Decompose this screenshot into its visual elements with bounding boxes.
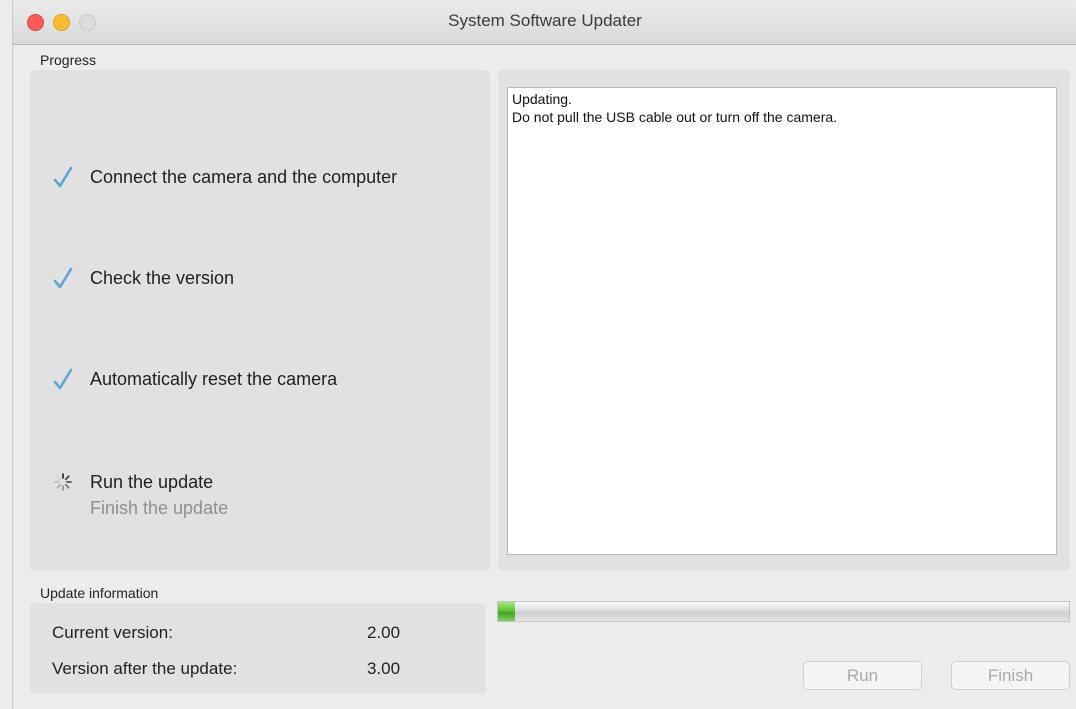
progress-steps-panel: Connect the camera and the computer Chec… [30,70,490,571]
update-info-panel: Current version: 2.00 Version after the … [30,603,486,694]
update-info-section-label: Update information [40,585,159,601]
current-version-value: 2.00 [367,623,401,642]
window-title: System Software Updater [448,11,642,30]
update-progress-bar [497,601,1070,622]
current-version-label: Current version: [52,623,173,642]
spinner-icon [52,469,74,495]
status-log-textarea[interactable]: Updating. Do not pull the USB cable out … [507,87,1057,555]
step-label: Finish the update [90,498,229,518]
step-label: Check the version [90,267,235,288]
title-bar: System Software Updater [13,0,1076,45]
checkmark-icon [52,265,74,291]
after-version-label: Version after the update: [52,659,238,678]
step-label: Connect the camera and the computer [90,166,398,187]
progress-bar-fill [498,602,516,621]
run-button[interactable]: Run [803,661,922,690]
checkmark-icon [52,164,74,190]
step-label: Run the update [90,471,214,492]
log-line: Updating. [512,91,572,107]
finish-button[interactable]: Finish [951,661,1070,690]
progress-section-label: Progress [40,52,97,68]
log-line: Do not pull the USB cable out or turn of… [512,109,838,125]
checkmark-icon [52,366,74,392]
step-label: Automatically reset the camera [90,368,338,389]
after-version-value: 3.00 [367,659,401,678]
